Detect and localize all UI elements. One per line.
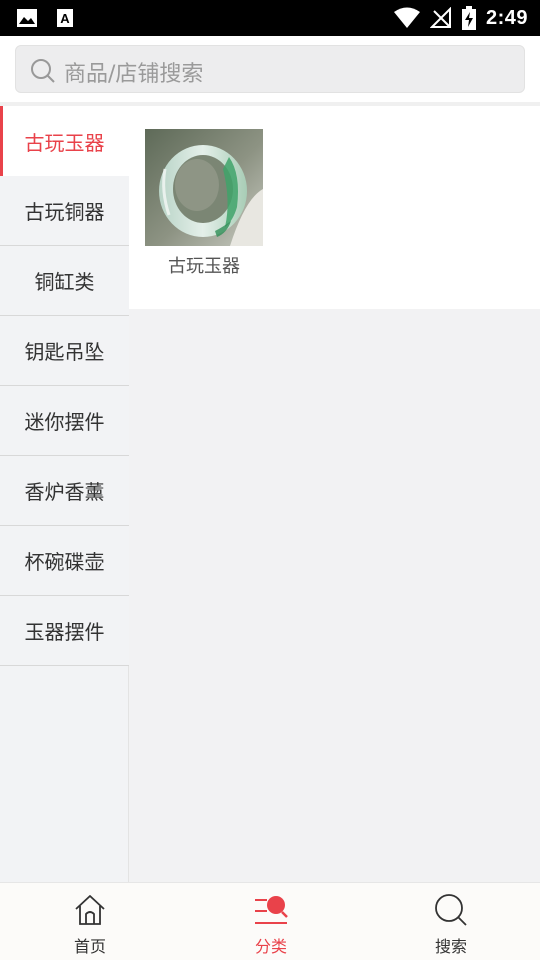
sidebar-item-key-pendant[interactable]: 钥匙吊坠	[0, 316, 129, 386]
nav-label: 首页	[73, 937, 106, 956]
nav-search[interactable]: 搜索	[391, 883, 511, 960]
sidebar-item-label: 古玩铜器	[24, 200, 105, 224]
search-placeholder: 商品/店铺搜索	[64, 62, 204, 87]
category-icon	[255, 896, 288, 924]
sidebar-item-label: 香炉香薰	[24, 480, 105, 504]
nav-category[interactable]: 分类	[211, 883, 331, 960]
search-header: 商品/店铺搜索	[0, 36, 540, 102]
no-signal-icon	[429, 7, 451, 28]
nav-label: 搜索	[434, 937, 467, 956]
sidebar-item-label: 杯碗碟壶	[24, 550, 105, 574]
product-label: 古玩玉器	[168, 256, 240, 277]
status-bar: A 2:49	[0, 0, 540, 36]
sidebar-item-tableware[interactable]: 杯碗碟壶	[0, 526, 129, 596]
sidebar-item-incense-burner[interactable]: 香炉香薰	[0, 456, 129, 526]
sidebar-item-label: 迷你摆件	[24, 410, 105, 434]
sidebar-item-mini-ornament[interactable]: 迷你摆件	[0, 386, 129, 456]
clock: 2:49	[485, 6, 528, 29]
nav-label: 分类	[254, 937, 287, 956]
search-input[interactable]: 商品/店铺搜索	[15, 45, 525, 93]
search-icon	[435, 894, 467, 926]
category-content: 古玩玉器	[129, 106, 540, 309]
product-card[interactable]: 古玩玉器	[145, 129, 263, 278]
svg-text:A: A	[60, 11, 70, 26]
text-a-icon: A	[57, 9, 73, 27]
sidebar-item-label: 玉器摆件	[24, 620, 105, 644]
sidebar-item-bronze-vat[interactable]: 铜缸类	[0, 246, 129, 316]
jade-bangle-image	[145, 129, 263, 246]
sidebar-item-antique-jade[interactable]: 古玩玉器	[0, 106, 129, 176]
image-icon	[17, 9, 37, 27]
nav-home[interactable]: 首页	[30, 883, 150, 960]
sidebar-item-label: 古玩玉器	[24, 130, 105, 155]
battery-charging-icon	[461, 6, 476, 30]
search-icon	[31, 59, 55, 83]
wifi-icon	[393, 7, 420, 28]
category-sidebar: 古玩玉器 古玩铜器 铜缸类 钥匙吊坠 迷你摆件 香炉香薰 杯碗碟壶 玉器摆件	[0, 106, 129, 882]
sidebar-item-label: 钥匙吊坠	[24, 340, 105, 364]
home-icon	[75, 895, 105, 925]
sidebar-item-antique-bronze[interactable]: 古玩铜器	[0, 176, 129, 246]
sidebar-item-label: 铜缸类	[34, 270, 95, 294]
bottom-nav: 首页 分类 搜索	[0, 882, 540, 960]
sidebar-item-jade-ornament[interactable]: 玉器摆件	[0, 596, 129, 666]
